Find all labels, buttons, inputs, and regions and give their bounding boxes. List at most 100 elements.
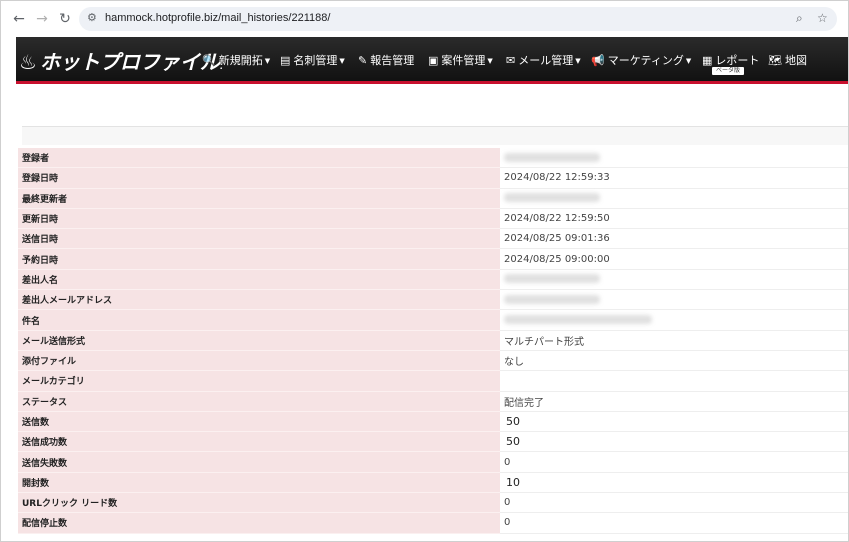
- redacted-value: [504, 294, 600, 304]
- field-label: 送信数: [18, 411, 500, 433]
- field-value: [500, 289, 848, 311]
- field-value: マルチパート形式: [500, 330, 848, 351]
- caret-down-icon: ▼: [575, 57, 581, 65]
- app-header: ♨ ホットプロファイル. 🔍 新規開拓 ▼ ▤ 名刺管理 ▼ ✎ 報告管理 ▣ 案件管理 ▼ ✉…: [16, 37, 848, 84]
- menu-label: 新規開拓: [218, 54, 263, 67]
- menu-map[interactable]: 🗺 地図: [768, 52, 807, 68]
- url-text[interactable]: hammock.hotprofile.biz/mail_histories/22…: [105, 12, 330, 24]
- app-logo[interactable]: ♨ ホットプロファイル.: [19, 46, 223, 75]
- table-row: 差出人メールアドレス: [18, 289, 848, 311]
- forward-arrow-icon[interactable]: →: [32, 9, 52, 29]
- table-row: ステータス 配信完了: [18, 391, 848, 412]
- redacted-value: [504, 193, 600, 203]
- field-label: 差出人メールアドレス: [18, 289, 500, 311]
- field-label: URLクリック リード数: [18, 492, 500, 514]
- table-row: 開封数 10: [18, 472, 848, 494]
- table-row: メール送信形式 マルチパート形式: [18, 330, 848, 351]
- menu-mail-management[interactable]: ✉ メール管理 ▼: [506, 52, 581, 68]
- field-value: 2024/08/22 12:59:50: [500, 208, 848, 230]
- value-text: 2024/08/25 09:00:00: [504, 253, 610, 265]
- value-text: 10: [506, 475, 520, 489]
- table-icon: ▦: [702, 54, 713, 67]
- megaphone-icon: 📢: [591, 54, 605, 67]
- menu-label: 名刺管理: [293, 54, 338, 67]
- menu-marketing[interactable]: 📢 マーケティング ▼: [591, 52, 691, 68]
- bookmark-star-icon[interactable]: ☆: [817, 11, 828, 25]
- menu-label: マーケティング: [607, 54, 684, 67]
- mail-history-detail-table: 登録者 登録日時 2024/08/22 12:59:33 最終更新者 更新日時 2024/…: [18, 148, 848, 534]
- field-value: 配信完了: [500, 391, 848, 412]
- site-settings-icon[interactable]: ⚙: [87, 11, 97, 24]
- field-label: ステータス: [18, 391, 500, 412]
- menu-label: メール管理: [518, 54, 574, 67]
- field-label: 送信成功数: [18, 431, 500, 453]
- menu-report[interactable]: ▦ レポート: [702, 52, 759, 68]
- field-value: [500, 148, 848, 169]
- value-text: 2024/08/22 12:59:33: [504, 172, 610, 184]
- menu-label: 報告管理: [370, 54, 415, 67]
- field-label: メールカテゴリ: [18, 370, 500, 392]
- caret-down-icon: ▼: [487, 57, 493, 65]
- table-row: 添付ファイル なし: [18, 350, 848, 372]
- value-text: 50: [506, 415, 520, 428]
- menu-deal-management[interactable]: ▣ 案件管理 ▼: [428, 52, 493, 68]
- table-row: 送信失敗数 0: [18, 451, 848, 473]
- value-text: 0: [504, 456, 511, 468]
- field-value: 2024/08/25 09:01:36: [500, 228, 848, 250]
- menu-new-development[interactable]: 🔍 新規開拓 ▼: [202, 52, 270, 68]
- menu-label: レポート: [715, 54, 760, 67]
- redacted-value: [504, 315, 652, 325]
- field-label: 最終更新者: [18, 188, 500, 209]
- browser-window: ← → ↻ ⚙ hammock.hotprofile.biz/mail_hist…: [0, 0, 849, 542]
- field-label: 送信日時: [18, 228, 500, 250]
- field-label: 配信停止数: [18, 512, 500, 534]
- table-row: メールカテゴリ: [18, 370, 848, 392]
- field-value: [500, 269, 848, 291]
- back-arrow-icon[interactable]: ←: [9, 9, 29, 29]
- field-label: 登録者: [18, 148, 500, 169]
- table-row: 送信日時 2024/08/25 09:01:36: [18, 228, 848, 250]
- field-label: 差出人名: [18, 269, 500, 291]
- field-value: 2024/08/25 09:00:00: [500, 248, 848, 270]
- map-icon: 🗺: [768, 54, 782, 67]
- field-label: 送信失敗数: [18, 451, 500, 473]
- value-text: 2024/08/25 09:01:36: [504, 233, 610, 245]
- field-label: メール送信形式: [18, 330, 500, 351]
- reload-icon[interactable]: ↻: [55, 9, 75, 29]
- value-text: 0: [504, 517, 511, 529]
- sub-toolbar: [22, 126, 848, 145]
- table-row: 配信停止数 0: [18, 512, 848, 534]
- field-value: 0: [500, 512, 848, 534]
- address-bar[interactable]: ⚙ hammock.hotprofile.biz/mail_histories/…: [79, 7, 837, 31]
- field-label: 開封数: [18, 472, 500, 494]
- table-row: 登録者: [18, 148, 848, 169]
- field-value: 50: [500, 411, 848, 433]
- zoom-icon[interactable]: ⌕: [796, 11, 803, 26]
- field-label: 添付ファイル: [18, 350, 500, 372]
- field-label: 更新日時: [18, 208, 500, 230]
- table-row: 最終更新者: [18, 188, 848, 209]
- table-row: 登録日時 2024/08/22 12:59:33: [18, 167, 848, 189]
- card-icon: ▤: [280, 54, 291, 67]
- value-text: 配信完了: [504, 397, 544, 409]
- redacted-value: [504, 274, 600, 284]
- caret-down-icon: ▼: [264, 57, 271, 65]
- table-row: 送信数 50: [18, 411, 848, 433]
- field-value: 0: [500, 451, 848, 473]
- redacted-value: [504, 152, 600, 162]
- menu-business-card[interactable]: ▤ 名刺管理 ▼: [280, 52, 345, 68]
- table-row: 更新日時 2024/08/22 12:59:50: [18, 208, 848, 230]
- briefcase-icon: ▣: [428, 54, 439, 67]
- table-row: URLクリック リード数 0: [18, 492, 848, 514]
- caret-down-icon: ▼: [339, 57, 345, 65]
- value-text: 2024/08/22 12:59:50: [504, 213, 610, 225]
- menu-report-management[interactable]: ✎ 報告管理: [358, 52, 414, 68]
- browser-toolbar: ← → ↻ ⚙ hammock.hotprofile.biz/mail_hist…: [1, 1, 848, 37]
- table-row: 件名: [18, 309, 848, 331]
- value-text: なし: [504, 357, 524, 369]
- field-label: 件名: [18, 309, 500, 331]
- field-value: なし: [500, 350, 848, 372]
- beta-badge: ベータ版: [712, 67, 745, 75]
- menu-label: 地図: [784, 54, 807, 67]
- field-label: 予約日時: [18, 248, 500, 270]
